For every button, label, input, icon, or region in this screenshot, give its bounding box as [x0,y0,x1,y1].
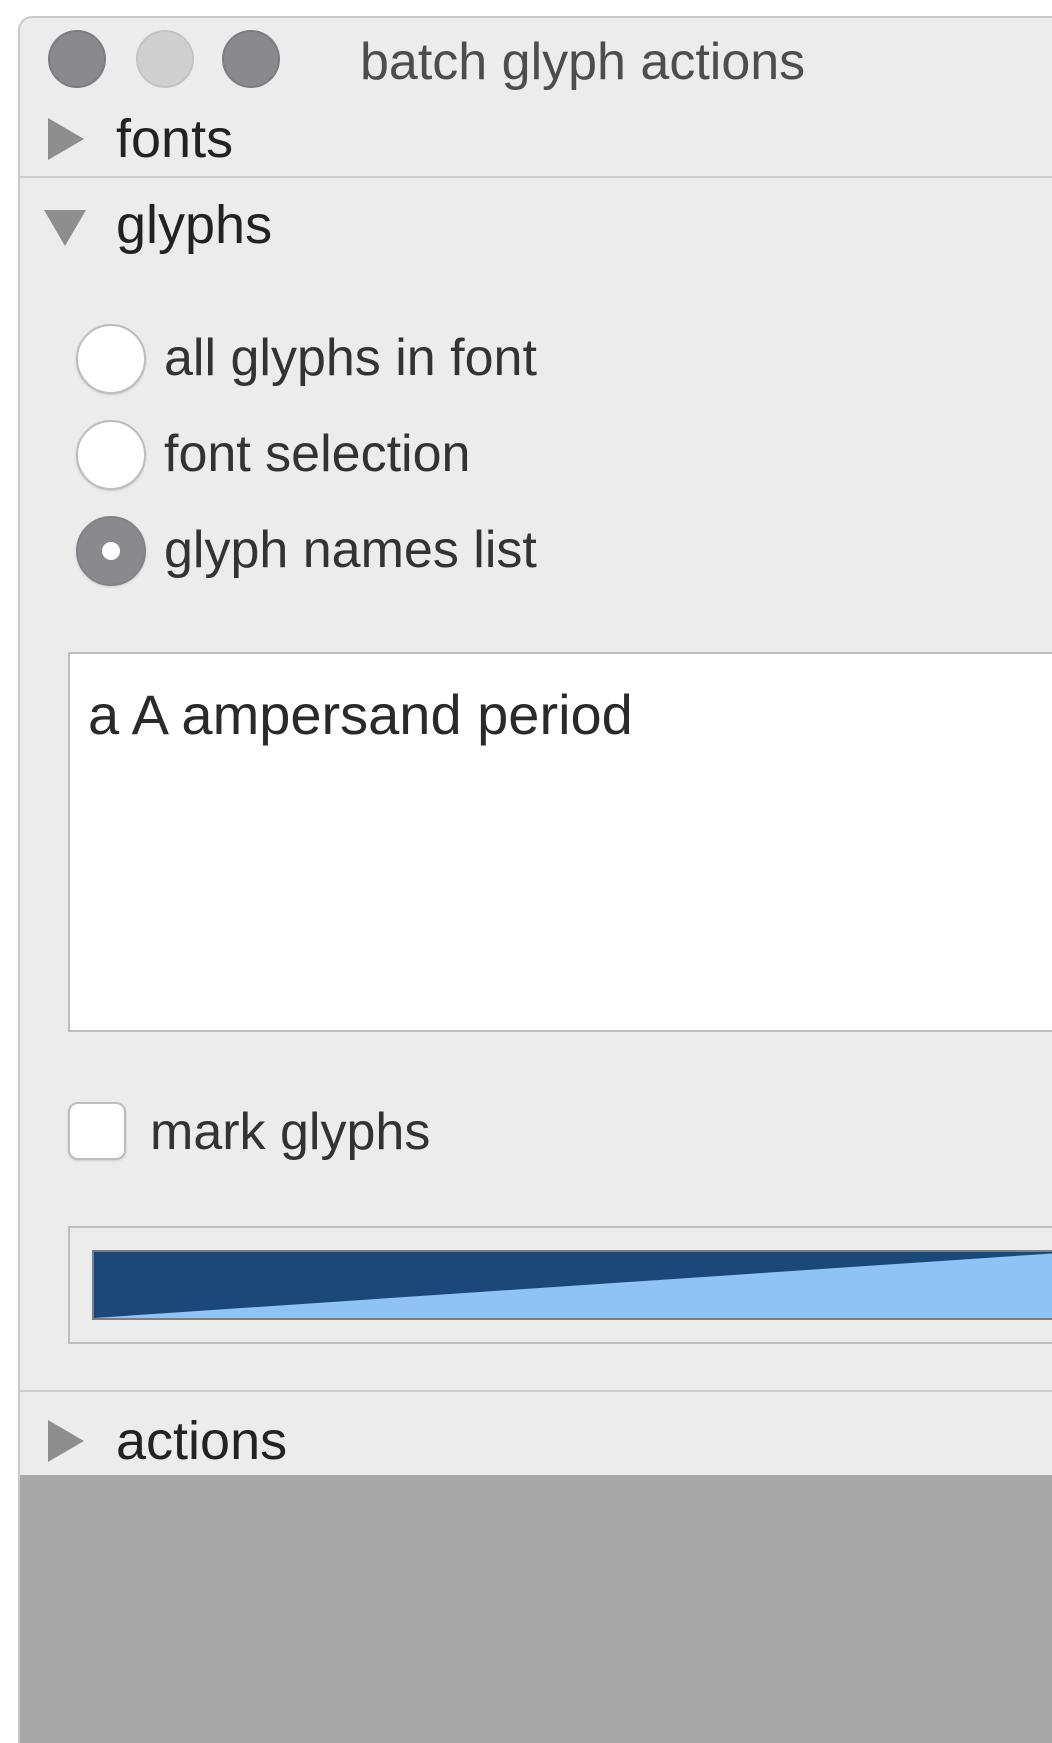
radio-label-glyph-names-list: glyph names list [164,521,537,579]
radio-label-all-glyphs: all glyphs in font [164,329,537,387]
window-title: batch glyph actions [360,33,806,91]
mark-glyphs-option[interactable]: mark glyphs [68,1102,968,1172]
minimize-window-button[interactable] [136,30,194,88]
mark-glyphs-checkbox[interactable] [68,1102,126,1160]
mark-color-swatch[interactable] [92,1250,1052,1320]
disclosure-triangle-right-icon[interactable] [48,118,84,160]
disclosure-triangle-right-icon[interactable] [48,1420,84,1462]
window-bottom-bar [20,1475,1052,1743]
radio-button-font-selection[interactable] [76,420,146,490]
radio-label-font-selection: font selection [164,425,471,483]
section-label-fonts: fonts [116,109,234,169]
radio-button-glyph-names-list[interactable] [76,516,146,586]
radio-button-all-glyphs[interactable] [76,324,146,394]
color-swatch-graphic [94,1252,1052,1318]
section-header-fonts[interactable]: fonts [20,92,1052,182]
zoom-window-button[interactable] [222,30,280,88]
section-label-glyphs: glyphs [116,195,273,255]
section-header-actions[interactable]: actions [20,1392,1052,1482]
radio-option-font-selection[interactable]: font selection [76,420,976,496]
disclosure-triangle-down-icon[interactable] [44,210,86,246]
section-divider [20,176,1052,178]
section-label-actions: actions [116,1411,288,1471]
mark-glyphs-label: mark glyphs [150,1103,431,1161]
section-header-glyphs[interactable]: glyphs [20,180,1052,270]
glyph-names-textarea[interactable]: a A ampersand period [68,652,1052,1032]
close-window-button[interactable] [48,30,106,88]
radio-option-glyph-names-list[interactable]: glyph names list [76,516,976,592]
batch-glyph-actions-window: batch glyph actions fonts glyphs all gly… [18,16,1052,1743]
mark-color-well[interactable] [68,1226,1052,1344]
radio-option-all-glyphs[interactable]: all glyphs in font [76,324,976,400]
